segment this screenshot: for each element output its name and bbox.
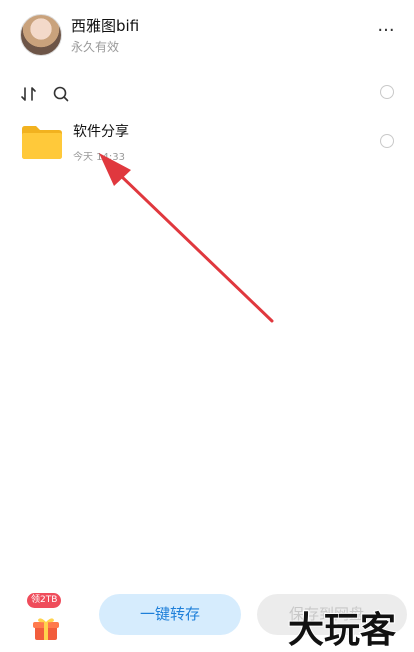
gift-box-icon: [33, 618, 59, 640]
row-checkbox[interactable]: [380, 134, 394, 148]
select-all-checkbox[interactable]: [380, 85, 394, 99]
validity-label: 永久有效: [71, 40, 120, 54]
file-name: 软件分享: [73, 124, 129, 140]
file-toolbar: [0, 80, 414, 110]
save-all-button[interactable]: 一键转存: [99, 594, 241, 635]
sort-icon[interactable]: [20, 85, 38, 103]
share-header: 西雅图bifi 永久有效 ···: [0, 0, 414, 70]
more-dots-icon[interactable]: ···: [376, 22, 396, 44]
list-item[interactable]: 软件分享 今天 14:33: [0, 116, 414, 170]
avatar[interactable]: [20, 14, 62, 56]
svg-text:大玩客: 大玩客: [288, 610, 396, 650]
gift-promo[interactable]: 领2TB: [24, 593, 70, 647]
user-name: 西雅图bifi: [71, 17, 140, 35]
search-icon[interactable]: [52, 85, 70, 103]
file-modified-time: 今天 14:33: [73, 152, 125, 163]
folder-icon: [22, 126, 62, 159]
watermark-logo: 大玩客: [287, 609, 397, 650]
gift-badge: 领2TB: [27, 593, 62, 608]
